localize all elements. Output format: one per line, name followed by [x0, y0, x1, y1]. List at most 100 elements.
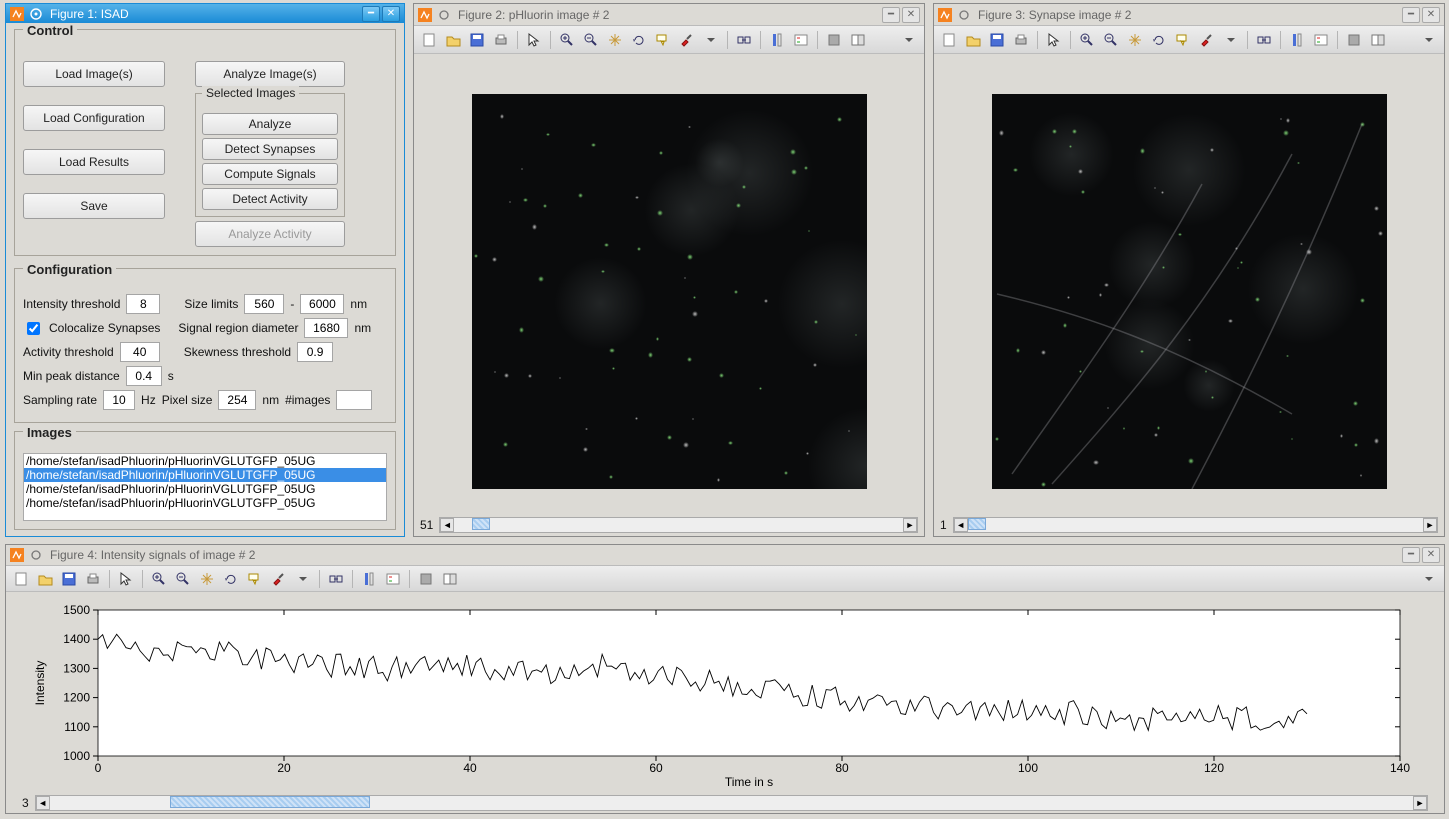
images-listbox[interactable]: /home/stefan/isadPhluorin/pHluorinVGLUTG…: [23, 453, 387, 521]
link-icon[interactable]: [325, 568, 347, 590]
image-display[interactable]: [992, 94, 1387, 489]
brush-icon[interactable]: [676, 29, 698, 51]
frame-slider[interactable]: ◄ ►: [439, 517, 918, 533]
zoom-in-icon[interactable]: [1076, 29, 1098, 51]
frame-slider[interactable]: ◄ ►: [953, 517, 1438, 533]
analyze-images-button[interactable]: Analyze Image(s): [195, 61, 345, 87]
colorbar-icon[interactable]: [358, 568, 380, 590]
new-icon[interactable]: [10, 568, 32, 590]
link-icon[interactable]: [1253, 29, 1275, 51]
load-config-button[interactable]: Load Configuration: [23, 105, 165, 131]
show-icon[interactable]: [439, 568, 461, 590]
open-icon[interactable]: [442, 29, 464, 51]
list-item[interactable]: /home/stefan/isadPhluorin/pHluorinVGLUTG…: [24, 468, 386, 482]
minimize-button[interactable]: ━: [362, 6, 380, 22]
frame-slider[interactable]: ◄ ►: [35, 795, 1428, 811]
hide-icon[interactable]: [823, 29, 845, 51]
scroll-left-icon[interactable]: ◄: [36, 796, 50, 810]
nimages-input[interactable]: [336, 390, 372, 410]
list-item[interactable]: /home/stefan/isadPhluorin/pHluorinVGLUTG…: [24, 482, 386, 496]
size-hi-input[interactable]: [300, 294, 344, 314]
zoom-out-icon[interactable]: [580, 29, 602, 51]
detect-synapses-button[interactable]: Detect Synapses: [202, 138, 338, 160]
legend-icon[interactable]: [1310, 29, 1332, 51]
minpeak-input[interactable]: [126, 366, 162, 386]
image-display[interactable]: [472, 94, 867, 489]
dropdown-icon[interactable]: [700, 29, 722, 51]
datatip-icon[interactable]: [1172, 29, 1194, 51]
intensity-chart[interactable]: 0204060801001201401000110012001300140015…: [30, 600, 1420, 788]
minimize-button[interactable]: ━: [1402, 7, 1420, 23]
pan-icon[interactable]: [604, 29, 626, 51]
analyze-button[interactable]: Analyze: [202, 113, 338, 135]
activity-threshold-input[interactable]: [120, 342, 160, 362]
analyze-activity-button[interactable]: Analyze Activity: [195, 221, 345, 247]
brush-icon[interactable]: [268, 568, 290, 590]
close-button[interactable]: ✕: [1422, 7, 1440, 23]
new-icon[interactable]: [418, 29, 440, 51]
colorbar-icon[interactable]: [766, 29, 788, 51]
toolbar-menu-icon[interactable]: [1418, 29, 1440, 51]
brush-icon[interactable]: [1196, 29, 1218, 51]
compute-signals-button[interactable]: Compute Signals: [202, 163, 338, 185]
close-button[interactable]: ✕: [382, 6, 400, 22]
pan-icon[interactable]: [196, 568, 218, 590]
legend-icon[interactable]: [382, 568, 404, 590]
rotate-icon[interactable]: [220, 568, 242, 590]
load-results-button[interactable]: Load Results: [23, 149, 165, 175]
list-item[interactable]: /home/stefan/isadPhluorin/pHluorinVGLUTG…: [24, 496, 386, 510]
print-icon[interactable]: [82, 568, 104, 590]
save-icon[interactable]: [986, 29, 1008, 51]
list-item[interactable]: /home/stefan/isadPhluorin/pHluorinVGLUTG…: [24, 454, 386, 468]
rotate-icon[interactable]: [628, 29, 650, 51]
pointer-icon[interactable]: [523, 29, 545, 51]
hide-icon[interactable]: [1343, 29, 1365, 51]
pixel-input[interactable]: [218, 390, 256, 410]
dropdown-icon[interactable]: [1220, 29, 1242, 51]
hide-icon[interactable]: [415, 568, 437, 590]
print-icon[interactable]: [1010, 29, 1032, 51]
toolbar-menu-icon[interactable]: [1418, 568, 1440, 590]
scroll-right-icon[interactable]: ►: [1423, 518, 1437, 532]
open-icon[interactable]: [34, 568, 56, 590]
colocalize-checkbox[interactable]: [27, 322, 40, 335]
titlebar[interactable]: Figure 1: ISAD ━ ✕: [6, 4, 404, 23]
datatip-icon[interactable]: [244, 568, 266, 590]
print-icon[interactable]: [490, 29, 512, 51]
minimize-button[interactable]: ━: [882, 7, 900, 23]
scroll-right-icon[interactable]: ►: [1413, 796, 1427, 810]
titlebar[interactable]: Figure 2: pHluorin image # 2 ━ ✕: [414, 4, 924, 26]
scroll-right-icon[interactable]: ►: [903, 518, 917, 532]
new-icon[interactable]: [938, 29, 960, 51]
save-icon[interactable]: [58, 568, 80, 590]
legend-icon[interactable]: [790, 29, 812, 51]
skewness-input[interactable]: [297, 342, 333, 362]
zoom-in-icon[interactable]: [148, 568, 170, 590]
show-icon[interactable]: [1367, 29, 1389, 51]
datatip-icon[interactable]: [652, 29, 674, 51]
save-icon[interactable]: [466, 29, 488, 51]
detect-activity-button[interactable]: Detect Activity: [202, 188, 338, 210]
pan-icon[interactable]: [1124, 29, 1146, 51]
rotate-icon[interactable]: [1148, 29, 1170, 51]
titlebar[interactable]: Figure 4: Intensity signals of image # 2…: [6, 545, 1444, 566]
scroll-left-icon[interactable]: ◄: [440, 518, 454, 532]
zoom-in-icon[interactable]: [556, 29, 578, 51]
link-icon[interactable]: [733, 29, 755, 51]
titlebar[interactable]: Figure 3: Synapse image # 2 ━ ✕: [934, 4, 1444, 26]
close-button[interactable]: ✕: [1422, 547, 1440, 563]
sampling-input[interactable]: [103, 390, 135, 410]
minimize-button[interactable]: ━: [1402, 547, 1420, 563]
close-button[interactable]: ✕: [902, 7, 920, 23]
scroll-left-icon[interactable]: ◄: [954, 518, 968, 532]
colorbar-icon[interactable]: [1286, 29, 1308, 51]
show-icon[interactable]: [847, 29, 869, 51]
signal-diameter-input[interactable]: [304, 318, 348, 338]
open-icon[interactable]: [962, 29, 984, 51]
zoom-out-icon[interactable]: [172, 568, 194, 590]
size-lo-input[interactable]: [244, 294, 284, 314]
toolbar-menu-icon[interactable]: [898, 29, 920, 51]
pointer-icon[interactable]: [1043, 29, 1065, 51]
zoom-out-icon[interactable]: [1100, 29, 1122, 51]
dropdown-icon[interactable]: [292, 568, 314, 590]
